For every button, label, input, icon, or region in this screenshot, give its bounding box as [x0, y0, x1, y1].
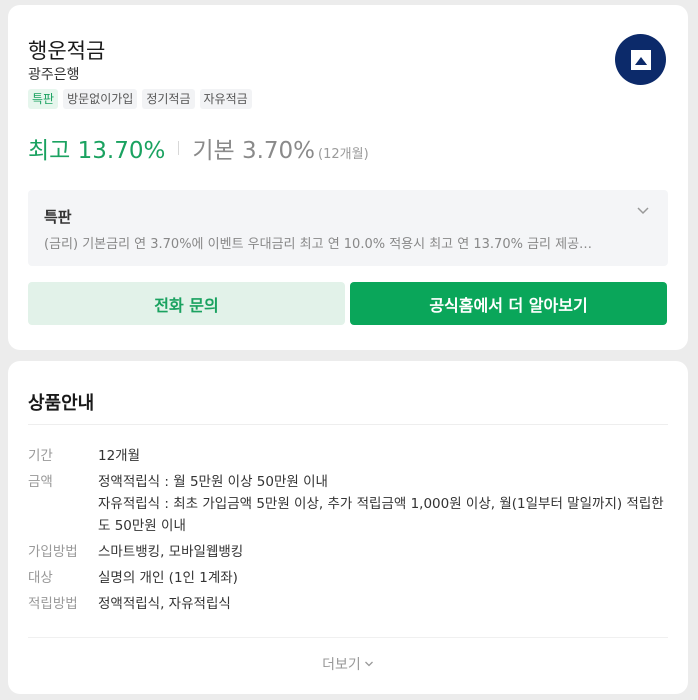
product-info-card: 상품안내 기간 12개월 금액 정액적립식 : 월 5만원 이상 50만원 이내…: [8, 361, 688, 694]
info-value-line: 실명의 개인 (1인 1계좌): [98, 570, 238, 586]
info-key: 금액: [28, 474, 53, 490]
phone-inquiry-button[interactable]: 전화 문의: [28, 282, 345, 325]
more-divider: [28, 637, 668, 638]
info-value: 정액적립식, 자유적립식: [98, 593, 668, 615]
rate-summary: 최고 13.70% 기본 3.70% (12개월): [28, 131, 369, 165]
section-title: 상품안내: [28, 393, 95, 414]
info-value-line: 정액적립식, 자유적립식: [98, 596, 231, 612]
special-offer-label: 특판: [44, 208, 72, 226]
tag-free-savings: 자유적금: [199, 89, 252, 109]
tag-regular-savings: 정기적금: [142, 89, 195, 109]
info-key: 적립방법: [28, 596, 78, 612]
info-value: 스마트뱅킹, 모바일웹뱅킹: [98, 541, 668, 563]
chevron-down-icon: [364, 661, 373, 667]
info-value: 정액적립식 : 월 5만원 이상 50만원 이내 자유적립식 : 최초 가입금액…: [98, 471, 668, 537]
tag-special: 특판: [28, 89, 59, 109]
info-row-join-method: 가입방법 스마트뱅킹, 모바일웹뱅킹: [28, 541, 668, 563]
info-value-line: 자유적립식 : 최초 가입금액 5만원 이상, 추가 적립금액 1,000원 이…: [98, 496, 664, 534]
rate-divider: [178, 141, 180, 155]
max-rate: 최고 13.70%: [28, 138, 166, 164]
rate-term: (12개월): [318, 147, 369, 162]
more-label: 더보기: [322, 657, 361, 673]
product-card: 행운적금 광주은행 특판 방문없이가입 정기적금 자유적금 최고 13.70% …: [8, 5, 688, 350]
more-button[interactable]: 더보기: [8, 654, 688, 674]
tag-list: 특판 방문없이가입 정기적금 자유적금: [28, 89, 252, 109]
bank-logo-icon: [615, 34, 666, 85]
info-row-target: 대상 실명의 개인 (1인 1계좌): [28, 567, 668, 589]
info-row-amount: 금액 정액적립식 : 월 5만원 이상 50만원 이내 자유적립식 : 최초 가…: [28, 471, 668, 537]
chevron-down-icon[interactable]: [636, 204, 650, 218]
special-offer-panel[interactable]: 특판 (금리) 기본금리 연 3.70%에 이벤트 우대금리 최고 연 10.0…: [28, 190, 668, 266]
bank-name: 광주은행: [28, 67, 80, 83]
info-value-line: 12개월: [98, 448, 141, 464]
product-title: 행운적금: [28, 39, 106, 63]
info-value: 실명의 개인 (1인 1계좌): [98, 567, 668, 589]
bank-logo-mark-icon: [630, 49, 651, 70]
special-offer-description: (금리) 기본금리 연 3.70%에 이벤트 우대금리 최고 연 10.0% 적…: [44, 237, 593, 252]
info-list: 기간 12개월 금액 정액적립식 : 월 5만원 이상 50만원 이내 자유적립…: [28, 445, 668, 619]
info-value-line: 정액적립식 : 월 5만원 이상 50만원 이내: [98, 474, 328, 490]
base-rate: 기본 3.70%: [192, 138, 316, 164]
section-divider: [28, 424, 668, 425]
info-row-term: 기간 12개월: [28, 445, 668, 467]
info-value: 12개월: [98, 445, 668, 467]
info-key: 가입방법: [28, 544, 78, 560]
official-homepage-button[interactable]: 공식홈에서 더 알아보기: [350, 282, 667, 325]
info-key: 기간: [28, 448, 53, 464]
tag-no-visit: 방문없이가입: [63, 89, 138, 109]
info-value-line: 스마트뱅킹, 모바일웹뱅킹: [98, 544, 244, 560]
info-row-deposit-method: 적립방법 정액적립식, 자유적립식: [28, 593, 668, 615]
info-key: 대상: [28, 570, 53, 586]
